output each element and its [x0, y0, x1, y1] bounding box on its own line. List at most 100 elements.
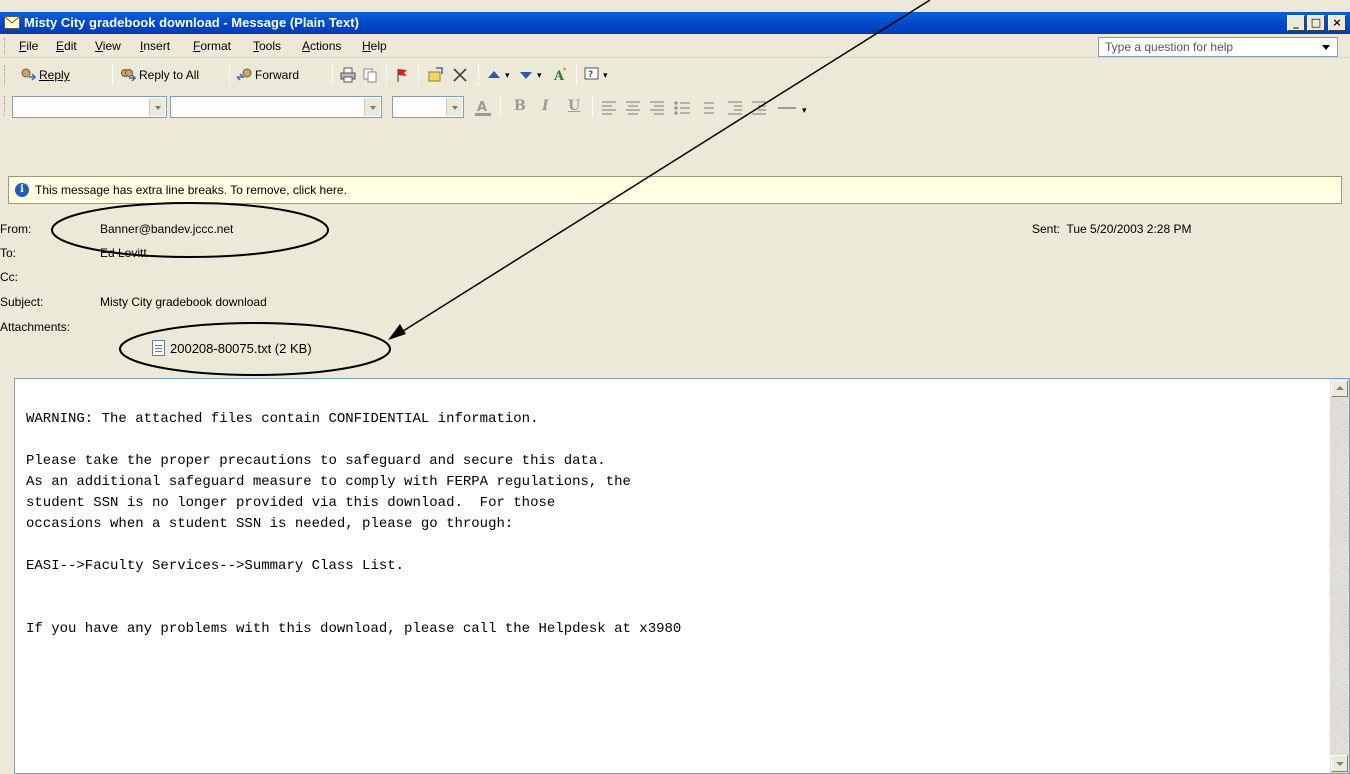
menu-help[interactable]: Help: [362, 39, 387, 53]
style-combo[interactable]: [12, 96, 167, 118]
envelope-icon: [4, 16, 20, 29]
copy-icon: [363, 68, 377, 83]
bold-button[interactable]: B: [514, 98, 526, 114]
close-button[interactable]: ×: [1328, 15, 1346, 31]
paragraph-format-icons: [602, 101, 796, 115]
scroll-up-button[interactable]: [1331, 380, 1348, 397]
chevron-down-icon[interactable]: [149, 98, 165, 116]
cc-label: Cc:: [0, 270, 18, 284]
svg-text:?: ?: [588, 70, 593, 80]
reply-label: Reply: [39, 68, 70, 82]
toolbar-separator: [500, 97, 501, 117]
help-dropdown-icon[interactable]: [1322, 45, 1330, 50]
print-button[interactable]: [340, 65, 356, 85]
flag-icon: [397, 69, 407, 82]
forward-icon: [236, 68, 252, 81]
forward-label: Forward: [255, 68, 300, 82]
reply-all-label: Reply to All: [139, 68, 200, 82]
info-bar-text: This message has extra line breaks. To r…: [35, 183, 347, 197]
attachment-name: 200208-80075.txt (2 KB): [170, 340, 312, 356]
font-size-combo[interactable]: [392, 96, 464, 118]
delete-x-icon: [453, 68, 467, 82]
window-title: Misty City gradebook download - Message …: [24, 15, 359, 30]
sent-field: Sent: Tue 5/20/2003 2:28 PM: [1032, 222, 1191, 236]
info-icon: i: [15, 183, 29, 197]
attachments-label: Attachments:: [0, 320, 71, 334]
toolbar-separator: [478, 65, 479, 85]
previous-item-button[interactable]: ▾: [486, 65, 510, 85]
reply-button[interactable]: Reply: [20, 65, 70, 85]
to-label: To:: [0, 246, 17, 260]
move-to-folder-icon: [428, 67, 443, 82]
address-book-button[interactable]: A: [552, 65, 568, 85]
info-bar[interactable]: i This message has extra line breaks. To…: [8, 176, 1342, 204]
title-bar[interactable]: Misty City gradebook download - Message …: [0, 12, 1350, 34]
menu-insert[interactable]: Insert: [140, 39, 170, 53]
next-item-button[interactable]: ▾: [518, 65, 542, 85]
chevron-down-icon[interactable]: ▾: [802, 106, 807, 116]
reply-icon: [21, 68, 36, 81]
minimize-button[interactable]: _: [1287, 15, 1305, 31]
menu-edit[interactable]: Edit: [56, 39, 77, 53]
down-arrow-icon: [520, 72, 532, 79]
font-color-icon[interactable]: A: [474, 98, 492, 116]
align-center-icon: [626, 101, 640, 115]
to-value[interactable]: Ed Lovitt: [100, 246, 147, 260]
chevron-down-icon[interactable]: ▾: [603, 70, 608, 81]
help-button[interactable]: ? ▾: [584, 65, 608, 85]
underline-button[interactable]: U: [568, 98, 580, 114]
toolbar-separator: [576, 65, 577, 85]
standard-toolbar: Reply Reply to All Forward ▾ ▾ A ? ▾: [0, 59, 1350, 89]
toolbar-grip[interactable]: [4, 96, 7, 116]
toolbar-grip[interactable]: [4, 65, 7, 85]
from-value[interactable]: Banner@bandev.jccc.net: [100, 222, 233, 236]
menu-file[interactable]: File: [19, 39, 38, 53]
text-file-icon: [152, 340, 165, 356]
help-search-input[interactable]: Type a question for help: [1098, 37, 1338, 57]
toolbar-separator: [112, 65, 113, 85]
svg-text:A: A: [477, 100, 487, 115]
menu-tools[interactable]: Tools: [253, 39, 281, 53]
forward-button[interactable]: Forward: [236, 65, 299, 85]
decrease-indent-icon: [728, 101, 742, 115]
chevron-down-icon[interactable]: ▾: [537, 70, 542, 81]
svg-text:A: A: [553, 69, 565, 83]
bullets-icon: [674, 101, 690, 115]
follow-up-flag-button[interactable]: [394, 65, 410, 85]
message-body-text: WARNING: The attached files contain CONF…: [26, 411, 682, 637]
maximize-button[interactable]: □: [1307, 15, 1325, 31]
italic-button[interactable]: I: [542, 98, 549, 114]
move-to-folder-button[interactable]: [428, 65, 444, 85]
printer-icon: [340, 67, 356, 83]
chevron-down-icon[interactable]: [446, 98, 462, 116]
subject-label: Subject:: [0, 295, 44, 309]
chevron-down-icon[interactable]: [364, 98, 380, 116]
toolbar-separator: [386, 65, 387, 85]
toolbar-separator: [332, 65, 333, 85]
help-balloon-icon: ?: [584, 67, 599, 80]
reply-all-button[interactable]: Reply to All: [120, 65, 199, 85]
from-label: From:: [0, 222, 32, 236]
delete-button[interactable]: [452, 65, 468, 85]
toolbar-separator: [229, 65, 230, 85]
vertical-scrollbar[interactable]: [1330, 379, 1349, 773]
chevron-down-icon[interactable]: ▾: [505, 70, 510, 81]
menu-view[interactable]: View: [95, 39, 121, 53]
increase-indent-icon: [752, 101, 766, 115]
toolbar-separator: [418, 65, 419, 85]
copy-button[interactable]: [362, 65, 378, 85]
menu-format[interactable]: Format: [193, 39, 231, 53]
subject-value: Misty City gradebook download: [100, 295, 267, 309]
reply-all-icon: [121, 69, 136, 82]
scroll-down-button[interactable]: [1331, 755, 1348, 772]
message-body[interactable]: WARNING: The attached files contain CONF…: [14, 378, 1350, 774]
font-combo[interactable]: [170, 96, 382, 118]
up-arrow-icon: [488, 71, 500, 78]
menu-grip[interactable]: [4, 38, 7, 54]
sent-value: Tue 5/20/2003 2:28 PM: [1066, 222, 1192, 236]
annotation-arrow-head: [388, 324, 406, 340]
attachment-item[interactable]: 200208-80075.txt (2 KB): [152, 340, 312, 356]
address-book-icon: A: [553, 67, 566, 83]
sent-label: Sent:: [1032, 222, 1061, 236]
menu-actions[interactable]: Actions: [302, 39, 341, 53]
